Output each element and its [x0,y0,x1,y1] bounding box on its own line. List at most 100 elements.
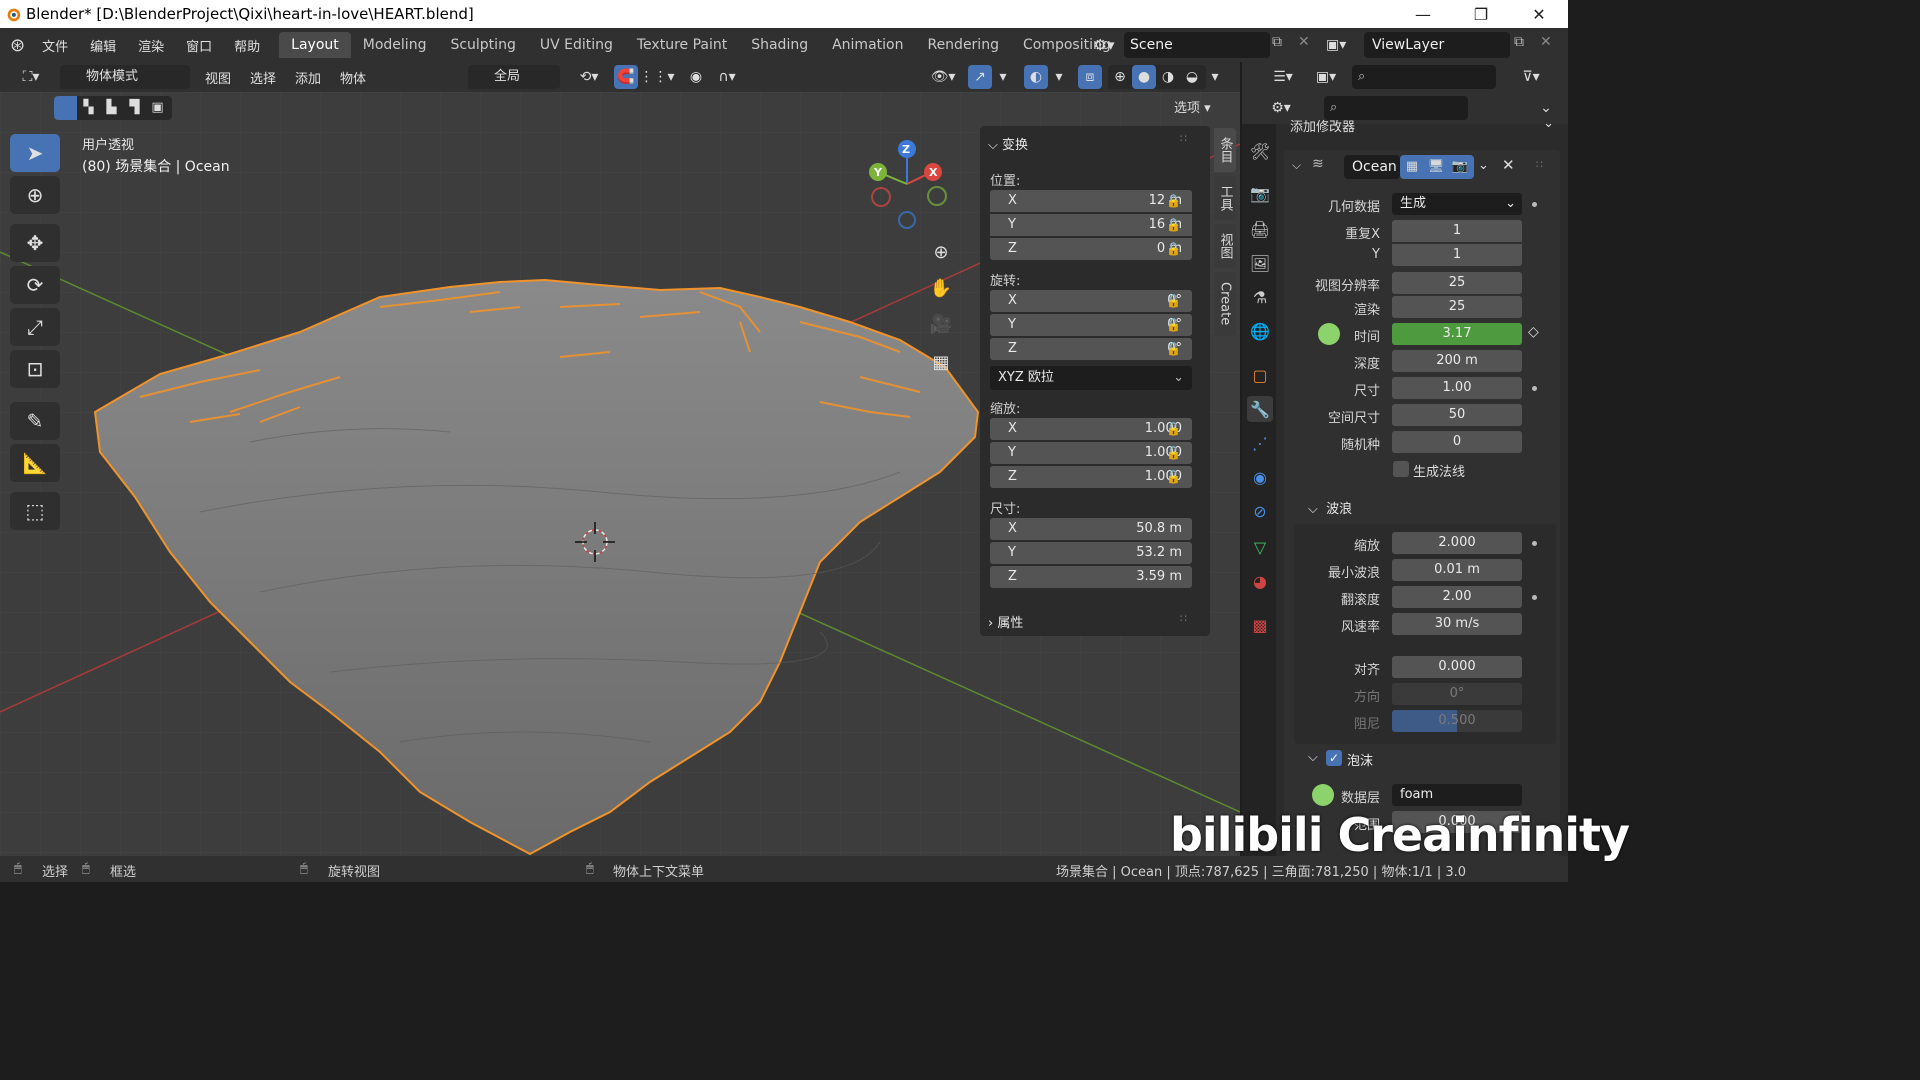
object-tab-icon[interactable]: ▢ [1247,362,1273,388]
close-button[interactable]: ✕ [1510,0,1568,28]
collapse-chevron-icon[interactable]: ⌵ [1292,158,1301,173]
random-seed-field[interactable]: 0 [1392,431,1522,453]
shading-dropdown-icon[interactable]: ▾ [1206,65,1224,89]
drag-handle-icon[interactable]: ∷ [1536,158,1543,171]
scale-y-field[interactable]: Y 1.000 [990,442,1192,464]
lock-icon[interactable]: 🔓 [1166,242,1182,258]
zoom-icon[interactable]: ⊕ [926,238,956,268]
wave-scale-field[interactable]: 2.000 [1392,532,1522,554]
camera-view-icon[interactable]: 🎥 [926,310,956,340]
rendered-shading-icon[interactable]: ◒ [1180,65,1204,89]
generate-normals-checkbox[interactable] [1393,461,1409,477]
choppiness-field[interactable]: 2.00 [1392,586,1522,608]
minimize-button[interactable]: — [1394,0,1452,28]
new-scene-icon[interactable]: ⧉ [1272,34,1292,54]
physics-tab-icon[interactable]: ◉ [1247,464,1273,490]
viewlayer-field[interactable]: ViewLayer [1364,32,1510,58]
lock-icon[interactable]: 🔓 [1166,422,1182,438]
drag-handle-icon[interactable]: ∷ [1180,132,1187,145]
tab-sculpting[interactable]: Sculpting [438,32,527,58]
rotation-z-field[interactable]: Z 0° [990,338,1192,360]
foam-checkbox[interactable]: ✓ [1326,750,1342,766]
xray-icon[interactable]: ⧈ [1078,65,1102,89]
blender-menu-icon[interactable]: ⊛ [10,35,25,56]
select-new-icon[interactable] [54,96,77,120]
rotation-x-field[interactable]: X 0° [990,290,1192,312]
geometry-dropdown[interactable]: 生成 ⌄ [1392,193,1522,215]
move-tool-icon[interactable]: ✥ [10,224,60,262]
keyframe-dot-icon[interactable] [1532,202,1537,207]
scale-x-field[interactable]: X 1.000 [990,418,1192,440]
modifier-name-field[interactable]: Ocean [1344,155,1400,179]
dimension-y-field[interactable]: Y 53.2 m [990,542,1192,564]
render-tab-icon[interactable]: 📷 [1247,180,1273,206]
tab-texture-paint[interactable]: Texture Paint [625,32,739,58]
menu-object[interactable]: 物体 [340,68,366,87]
lock-icon[interactable]: 🔓 [1166,194,1182,210]
viewlayer-icon[interactable]: ▣▾ [1326,32,1362,58]
spatial-size-field[interactable]: 50 [1392,404,1522,426]
keyframe-dot-icon[interactable] [1532,541,1537,546]
menu-help[interactable]: 帮助 [223,36,271,55]
foam-section-header[interactable]: ⌵ [1308,750,1318,765]
viewport-resolution-field[interactable]: 25 [1392,272,1522,294]
filter-icon[interactable]: ⊽▾ [1514,65,1548,89]
depth-field[interactable]: 200 m [1392,350,1522,372]
properties-options-icon[interactable]: ⌄ [1534,96,1558,120]
material-shading-icon[interactable]: ◑ [1156,65,1180,89]
lock-icon[interactable]: 🔓 [1166,470,1182,486]
perspective-toggle-icon[interactable]: ▦ [926,348,956,378]
particles-tab-icon[interactable]: ⋰ [1247,430,1273,456]
properties-editor-icon[interactable]: ⚙▾ [1264,96,1298,120]
maximize-button[interactable]: ❐ [1452,0,1510,28]
select-intersect-icon[interactable]: ▣ [146,96,169,120]
snap-target-icon[interactable]: ⋮⋮▾ [639,65,674,89]
orientation-dropdown[interactable]: 全局 [468,65,560,89]
transform-section-header[interactable]: ⌵ 变换 [988,134,1028,153]
direction-field[interactable]: 0° [1392,683,1522,705]
keyframe-diamond-icon[interactable]: ◇ [1528,324,1539,340]
delete-scene-icon[interactable]: ✕ [1298,34,1314,54]
world-tab-icon[interactable]: 🌐 [1247,318,1273,344]
dimension-x-field[interactable]: X 50.8 m [990,518,1192,540]
menu-select[interactable]: 选择 [250,68,276,87]
outliner-editor-icon[interactable]: ☰▾ [1266,65,1300,89]
options-dropdown[interactable]: 选项 ▾ [1174,97,1230,121]
time-field[interactable]: 3.17 [1392,323,1522,345]
visibility-icon[interactable]: 👁▾ [924,65,962,89]
size-field[interactable]: 1.00 [1392,377,1522,399]
cursor-tool-icon[interactable]: ⊕ [10,176,60,214]
view-layer-tab-icon[interactable]: 🖼 [1247,250,1273,276]
keyframe-dot-icon[interactable] [1532,386,1537,391]
lock-icon[interactable]: 🔓 [1166,318,1182,334]
constraints-tab-icon[interactable]: ⊘ [1247,498,1273,524]
rotate-tool-icon[interactable]: ⟳ [10,266,60,304]
tab-tool[interactable]: 工具 [1214,176,1236,220]
location-y-field[interactable]: Y 16 m [990,214,1192,236]
foam-layer-input[interactable]: foam [1392,784,1522,806]
editmode-icon[interactable]: ▦ [1400,155,1424,179]
menu-render[interactable]: 渲染 [127,36,175,55]
proportional-edit-icon[interactable]: ◉ [684,65,708,89]
menu-window[interactable]: 窗口 [175,36,223,55]
scene-icon[interactable]: ⚙▾ [1086,32,1122,58]
solid-shading-icon[interactable]: ● [1132,65,1156,89]
modifier-tab-icon[interactable]: 🔧 [1247,396,1273,422]
transform-tool-icon[interactable]: ⊡ [10,350,60,388]
texture-tab-icon[interactable]: ▩ [1247,612,1273,638]
add-modifier-dropdown[interactable]: 添加修改器 ⌄ [1290,120,1560,136]
repeat-y-field[interactable]: 1 [1392,244,1522,266]
annotate-tool-icon[interactable]: ✎ [10,402,60,440]
wireframe-shading-icon[interactable]: ⊕ [1108,65,1132,89]
properties-section-header[interactable]: › 属性 [988,612,1023,631]
rotation-y-field[interactable]: Y 0° [990,314,1192,336]
measure-tool-icon[interactable]: 📐 [10,444,60,482]
render-icon[interactable]: 📷 [1448,155,1472,179]
lock-icon[interactable]: 🔓 [1166,294,1182,310]
rotation-mode-dropdown[interactable]: XYZ 欧拉 ⌄ [990,366,1192,390]
drag-handle-icon[interactable]: ∷ [1180,612,1187,625]
location-z-field[interactable]: Z0 m [990,238,1192,260]
scale-tool-icon[interactable]: ⤢ [10,308,60,346]
tab-layout[interactable]: Layout [279,32,351,58]
smallest-wave-field[interactable]: 0.01 m [1392,559,1522,581]
